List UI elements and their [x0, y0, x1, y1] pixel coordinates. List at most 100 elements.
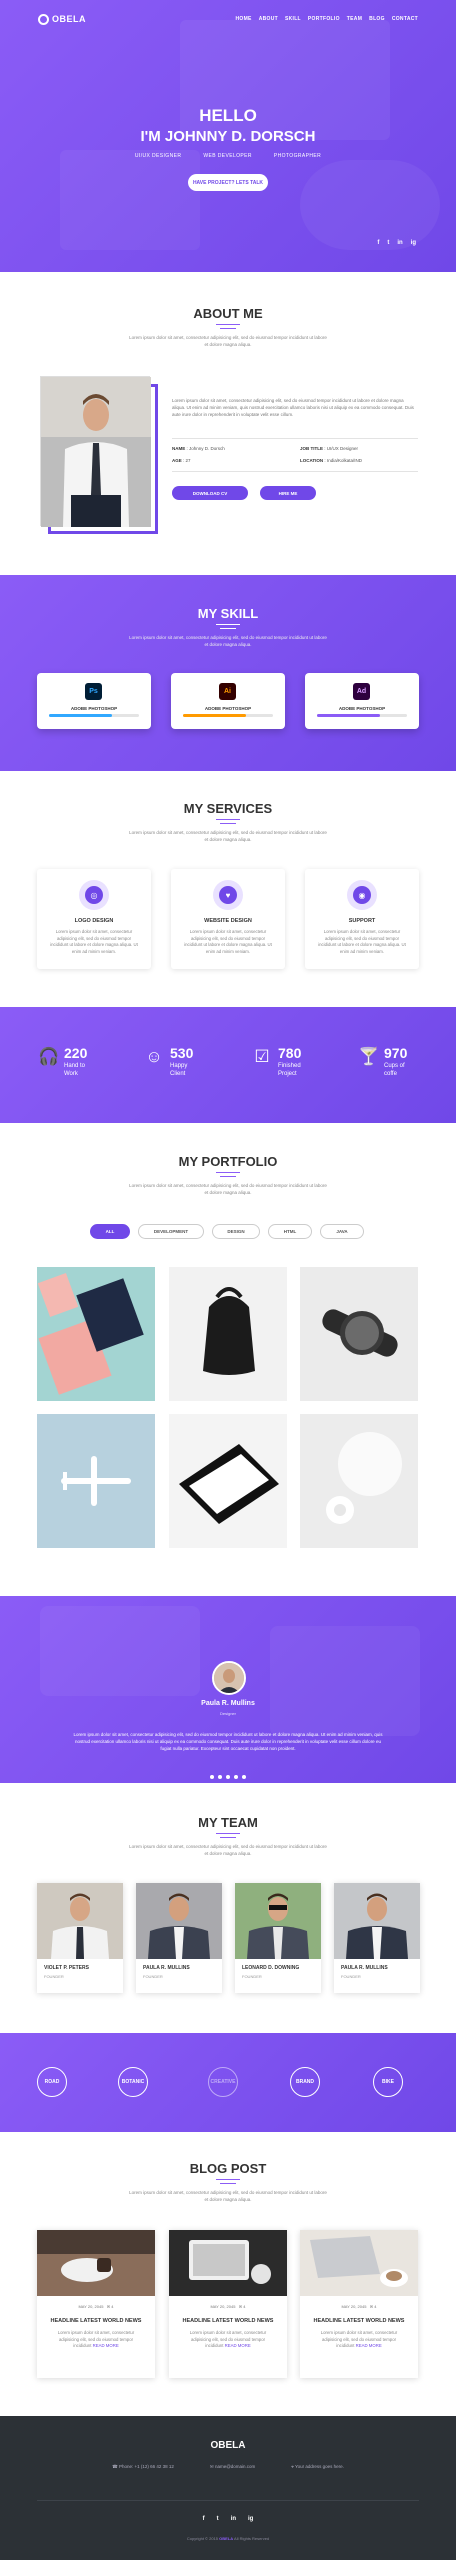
brand-logo-brand[interactable]: BRAND: [290, 2067, 320, 2097]
nav-item-blog[interactable]: BLOG: [369, 16, 385, 22]
instagram-icon[interactable]: ig: [248, 2516, 253, 2522]
slide-indicator[interactable]: [221, 1792, 235, 1794]
counter-item: ☑ 780 Finished Project: [252, 1043, 352, 1083]
read-more-link[interactable]: READ MORE: [225, 2343, 251, 2348]
service-card: ◎ LOGO DESIGN Lorem ipsum dolor sit amet…: [37, 869, 151, 969]
brand-logo-botanic[interactable]: BOTANIC: [118, 2067, 148, 2097]
hero-roles: UI/UX DESIGNER WEB DEVELOPER PHOTOGRAPHE…: [0, 153, 456, 159]
brand-logo-creative[interactable]: CREATIVE: [208, 2067, 238, 2097]
hero-role: UI/UX DESIGNER: [134, 153, 182, 159]
about-title: ABOUT ME: [193, 306, 263, 321]
portfolio-item[interactable]: [37, 1414, 155, 1548]
skill-card: Ps ADOBE PHOTOSHOP: [37, 673, 151, 729]
watch-image: [322, 1309, 398, 1357]
service-title: SUPPORT: [348, 918, 376, 924]
brand-logo-bike[interactable]: BIKE: [373, 2067, 403, 2097]
about-person: [41, 377, 151, 527]
navbar: OBELA HOME ABOUT SKILL PORTFOLIO TEAM BL…: [0, 8, 456, 32]
blog-meta: MAY 20, 2045 ✉ 4: [210, 2304, 246, 2309]
footer-social: f t in ig: [0, 2516, 456, 2522]
counter-label: Finished Project: [278, 1063, 301, 1077]
heart-icon: ♥: [213, 880, 243, 910]
team-divider: [216, 1833, 240, 1839]
about-job: JOB TITLE : UI/UX Designer: [300, 446, 359, 451]
skill-title: MY SKILL: [197, 606, 259, 621]
backpack-image: [203, 1287, 255, 1375]
portfolio-item[interactable]: [169, 1414, 287, 1548]
star-icon: [226, 1775, 230, 1779]
team-card[interactable]: PAULA R. MULLINS FOUNDER: [334, 1883, 420, 1993]
team-name: PAULA R. MULLINS: [341, 1965, 388, 1971]
hero-role: PHOTOGRAPHER: [273, 153, 322, 159]
mail-icon: ✉: [209, 2464, 214, 2469]
brand-logo-road[interactable]: ROAD: [37, 2067, 67, 2097]
notebook-image: [37, 1272, 144, 1395]
nav-item-portfolio[interactable]: PORTFOLIO: [308, 16, 340, 22]
testimonial-role: Designer: [219, 1711, 236, 1716]
portfolio-item[interactable]: [37, 1267, 155, 1401]
service-text: Lorem ipsum dolor sit amet, consectetur …: [50, 929, 138, 954]
footer-email[interactable]: ✉ name@domain.com: [210, 2464, 255, 2470]
services-title: MY SERVICES: [183, 801, 273, 816]
nav-item-home[interactable]: HOME: [235, 16, 251, 22]
instagram-icon[interactable]: ig: [411, 240, 416, 246]
skill-label: ADOBE PHOTOSHOP: [70, 706, 118, 711]
blog-card[interactable]: MAY 20, 2045 ✉ 4 HEADLINE LATEST WORLD N…: [300, 2230, 418, 2378]
footer-title: OBELA: [210, 2440, 246, 2451]
hire-me-button[interactable]: HIRE ME: [260, 486, 316, 500]
comment-icon: ✉: [106, 2304, 111, 2309]
team-role: FOUNDER: [44, 1974, 64, 1979]
portfolio-subtitle: Lorem ipsum dolor sit amet, consectetur …: [129, 1183, 327, 1195]
hero-cta-button[interactable]: HAVE PROJECT? LETS TALK: [188, 174, 268, 191]
team-card[interactable]: PAULA R. MULLINS FOUNDER: [136, 1883, 222, 1993]
logo-icon: [38, 14, 49, 26]
tab-html[interactable]: HTML: [268, 1224, 312, 1239]
tab-design[interactable]: DESIGN: [212, 1224, 260, 1239]
tab-java[interactable]: JAVA: [320, 1224, 364, 1239]
tab-all[interactable]: ALL: [90, 1224, 130, 1239]
read-more-link[interactable]: READ MORE: [356, 2343, 382, 2348]
portfolio-item[interactable]: [300, 1267, 418, 1401]
portfolio-item[interactable]: [169, 1267, 287, 1401]
facebook-icon[interactable]: f: [377, 240, 379, 246]
rating-stars: [0, 1775, 456, 1779]
slide-indicator[interactable]: [201, 1792, 215, 1794]
linkedin-icon[interactable]: in: [397, 240, 402, 246]
twitter-icon[interactable]: t: [387, 240, 389, 246]
nav-item-skill[interactable]: SKILL: [285, 16, 301, 22]
nav-item-team[interactable]: TEAM: [347, 16, 362, 22]
skill-card: Ai ADOBE PHOTOSHOP: [171, 673, 285, 729]
testimonial-avatar: [212, 1661, 246, 1695]
blog-post-text: Lorem ipsum dolor sit amet, consectetur …: [57, 2330, 135, 2348]
brand-logo[interactable]: OBELA: [38, 14, 86, 26]
blog-card[interactable]: MAY 20, 2045 ✉ 4 HEADLINE LATEST WORLD N…: [37, 2230, 155, 2378]
team-role: FOUNDER: [341, 1974, 361, 1979]
tab-development[interactable]: DEVELOPMENT: [138, 1224, 204, 1239]
about-photo: [40, 376, 151, 527]
blog-image: [300, 2230, 418, 2296]
blog-post-title[interactable]: HEADLINE LATEST WORLD NEWS: [37, 2318, 155, 2324]
team-card[interactable]: VIOLET P. PETERS FOUNDER: [37, 1883, 123, 1993]
footer-address: ⌖ Your address goes here.: [291, 2464, 344, 2469]
blog-post-title[interactable]: HEADLINE LATEST WORLD NEWS: [300, 2318, 418, 2324]
hero-name: I'M JOHNNY D. DORSCH: [140, 128, 316, 145]
team-card[interactable]: LEONARD D. DOWNING FOUNDER: [235, 1883, 321, 1993]
skill-divider: [216, 624, 240, 630]
blog-card[interactable]: MAY 20, 2045 ✉ 4 HEADLINE LATEST WORLD N…: [169, 2230, 287, 2378]
facebook-icon[interactable]: f: [203, 2516, 205, 2522]
read-more-link[interactable]: READ MORE: [93, 2343, 119, 2348]
testimonial-name: Paula R. Mullins: [201, 1700, 255, 1707]
blog-post-title[interactable]: HEADLINE LATEST WORLD NEWS: [169, 2318, 287, 2324]
slide-indicator[interactable]: [241, 1792, 255, 1794]
download-cv-button[interactable]: DOWNLOAD CV: [172, 486, 248, 500]
counter-item: ☺ 530 Happy Client: [144, 1043, 244, 1083]
counter-item: 🍸 970 Cups of coffe: [358, 1043, 456, 1083]
blog-image: [169, 2230, 287, 2296]
smile-icon: ☺: [145, 1047, 163, 1066]
linkedin-icon[interactable]: in: [231, 2516, 236, 2522]
portfolio-item[interactable]: [300, 1414, 418, 1548]
nav-item-about[interactable]: ABOUT: [259, 16, 278, 22]
counter-number: 530: [170, 1045, 194, 1061]
twitter-icon[interactable]: t: [217, 2516, 219, 2522]
nav-item-contact[interactable]: CONTACT: [392, 16, 418, 22]
